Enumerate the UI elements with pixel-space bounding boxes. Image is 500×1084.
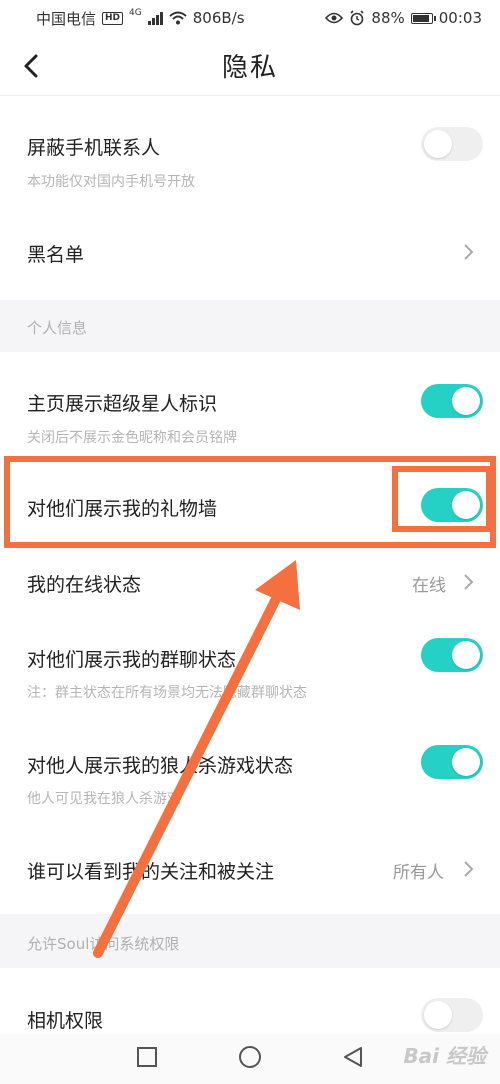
section-header-personal: 个人信息	[0, 300, 500, 352]
chevron-right-icon	[464, 861, 474, 877]
alarm-icon	[350, 10, 364, 26]
setting-value: 所有人	[393, 863, 444, 883]
section-label: 允许Soul访问系统权限	[27, 935, 180, 953]
page-title: 隐私	[221, 53, 278, 83]
setting-title: 屏蔽手机联系人	[27, 137, 161, 159]
toggle-knob	[452, 387, 480, 415]
setting-value: 在线	[412, 576, 446, 596]
werewolf-toggle[interactable]	[421, 745, 483, 779]
setting-group-chat: 对他们展示我的群聊状态 注：群主状态在所有场景均无法隐藏群聊状态	[0, 612, 500, 722]
status-bar: 中国电信 HD 4G 806B/s 88% 00:03	[0, 0, 500, 36]
battery-percent: 88%	[371, 9, 405, 27]
page-header: 隐私	[0, 36, 500, 96]
setting-follow-visibility[interactable]: 谁可以看到我的关注和被关注 所有人	[0, 828, 500, 914]
setting-title: 对他们展示我的礼物墙	[27, 498, 218, 520]
setting-subtitle: 本功能仅对国内手机号开放	[27, 174, 195, 190]
gift-wall-toggle[interactable]	[421, 488, 483, 522]
setting-title: 黑名单	[27, 244, 85, 266]
setting-blacklist[interactable]: 黑名单	[0, 200, 500, 300]
chevron-right-icon	[464, 244, 474, 260]
setting-title: 我的在线状态	[27, 574, 142, 596]
battery-icon	[410, 12, 436, 24]
group-chat-toggle[interactable]	[421, 638, 483, 672]
signal-icon	[147, 11, 163, 25]
toggle-knob	[452, 491, 480, 519]
block-contacts-toggle[interactable]	[421, 127, 483, 161]
eye-icon	[325, 12, 344, 24]
circle-icon	[239, 1046, 261, 1068]
setting-title: 谁可以看到我的关注和被关注	[27, 861, 275, 883]
setting-title: 主页展示超级星人标识	[27, 393, 218, 415]
network-label: 4G	[129, 7, 142, 18]
setting-camera: 相机权限	[0, 968, 500, 1034]
clock: 00:03	[438, 9, 482, 27]
toggle-knob	[424, 1001, 452, 1029]
setting-subtitle: 关闭后不展示金色昵称和会员铭牌	[27, 430, 237, 446]
setting-title: 对他们展示我的群聊状态	[27, 649, 237, 671]
setting-werewolf: 对他人展示我的狼人杀游戏状态 他人可见我在狼人杀游戏	[0, 722, 500, 828]
setting-title: 对他人展示我的狼人杀游戏状态	[27, 755, 294, 777]
setting-block-contacts: 屏蔽手机联系人 本功能仅对国内手机号开放	[0, 97, 500, 200]
superstar-toggle[interactable]	[421, 384, 483, 418]
back-button[interactable]	[18, 50, 48, 82]
chevron-left-icon	[24, 54, 38, 78]
hd-badge: HD	[102, 11, 124, 25]
setting-subtitle: 注：群主状态在所有场景均无法隐藏群聊状态	[27, 685, 307, 701]
triangle-back-icon	[344, 1047, 362, 1067]
section-header-permissions: 允许Soul访问系统权限	[0, 914, 500, 968]
chevron-right-icon	[464, 574, 474, 590]
setting-online-status[interactable]: 我的在线状态 在线	[0, 552, 500, 612]
toggle-knob	[452, 748, 480, 776]
toggle-knob	[452, 641, 480, 669]
recent-apps-button[interactable]	[136, 1046, 158, 1072]
carrier-label: 中国电信	[36, 9, 97, 28]
section-label: 个人信息	[27, 319, 88, 337]
wifi-icon	[169, 11, 187, 25]
toggle-knob	[424, 130, 452, 158]
home-button[interactable]	[238, 1045, 262, 1073]
setting-subtitle: 他人可见我在狼人杀游戏	[27, 791, 181, 807]
setting-superstar: 主页展示超级星人标识 关闭后不展示金色昵称和会员铭牌	[0, 352, 500, 456]
network-speed: 806B/s	[192, 9, 245, 27]
square-icon	[137, 1047, 157, 1067]
setting-title: 相机权限	[27, 1010, 104, 1032]
camera-toggle[interactable]	[421, 998, 483, 1032]
back-nav-button[interactable]	[342, 1046, 364, 1072]
setting-gift-wall: 对他们展示我的礼物墙	[0, 456, 500, 552]
watermark-logo: Bai 经验	[403, 1044, 486, 1068]
